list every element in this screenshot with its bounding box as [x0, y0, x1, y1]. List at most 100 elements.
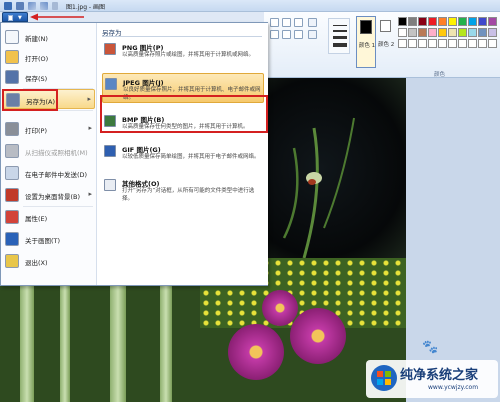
- chevron-down-icon: ▼: [18, 15, 22, 21]
- palette-swatch[interactable]: [418, 28, 427, 37]
- file-menu-item[interactable]: 新建(N): [3, 27, 95, 47]
- palette-swatch[interactable]: [468, 39, 477, 48]
- jpeg-image-icon: [105, 78, 117, 90]
- size-button[interactable]: [328, 18, 350, 54]
- chevron-right-icon: ▸: [88, 190, 92, 198]
- file-menu-item[interactable]: 在电子邮件中发送(D): [3, 163, 95, 183]
- file-menu-item-label: 退出(X): [25, 259, 48, 267]
- color2-label: 颜色 2: [378, 42, 395, 48]
- ribbon: 颜色 1 颜色 2 颜色: [264, 12, 500, 78]
- palette-swatch[interactable]: [458, 39, 467, 48]
- palette-swatch[interactable]: [488, 39, 497, 48]
- outline-icon[interactable]: [308, 18, 317, 27]
- save-as-option[interactable]: 其他格式(O) 打开“另存为”对话框，从所有可能的文件类型中进行选择。: [102, 175, 264, 205]
- open-folder-icon: [5, 50, 19, 64]
- quick-save-icon[interactable]: [16, 2, 24, 10]
- palette-swatch[interactable]: [448, 28, 457, 37]
- palette-swatch[interactable]: [408, 28, 417, 37]
- annotation-box-save-as: [2, 89, 58, 111]
- shape-rect-icon[interactable]: [270, 30, 279, 39]
- palette-swatch[interactable]: [448, 17, 457, 26]
- shape-line-icon[interactable]: [270, 18, 279, 27]
- palette-swatch[interactable]: [438, 39, 447, 48]
- palette-swatch[interactable]: [468, 28, 477, 37]
- palette-swatch[interactable]: [458, 17, 467, 26]
- save-icon: [5, 70, 19, 84]
- palette-swatch[interactable]: [408, 17, 417, 26]
- palette-swatch[interactable]: [468, 17, 477, 26]
- palette-swatch[interactable]: [478, 39, 487, 48]
- save-as-option[interactable]: GIF 图片(G) 以较低质量保存简单绘图，并将其用于电子邮件或网络。: [102, 141, 264, 171]
- site-watermark: 纯净系统之家 www.ycwjzy.com: [366, 360, 498, 398]
- color2-swatch: [380, 20, 391, 32]
- file-menu-item[interactable]: 关于画图(T): [3, 229, 95, 249]
- chevron-right-icon: ▸: [88, 124, 92, 132]
- save-as-option-description: 以较低质量保存简单绘图，并将其用于电子邮件或网络。: [122, 154, 260, 160]
- file-menu-item-label: 设置为桌面背景(B): [25, 193, 81, 201]
- exit-icon: [5, 254, 19, 268]
- palette-swatch[interactable]: [398, 28, 407, 37]
- palette-swatch[interactable]: [398, 39, 407, 48]
- file-menu-item[interactable]: 打开(O): [3, 47, 95, 67]
- save-as-option-description: 以高质量保存照片或绘图，并将其用于计算机或网络。: [122, 52, 255, 58]
- file-menu-item[interactable]: 退出(X): [3, 251, 95, 271]
- palette-swatch[interactable]: [428, 39, 437, 48]
- file-menu-item[interactable]: 从扫描仪或照相机(M): [3, 141, 95, 161]
- redo-icon[interactable]: [40, 2, 48, 10]
- file-menu-item[interactable]: 设置为桌面背景(B) ▸: [3, 185, 95, 205]
- title-bar: 图1.jpg - 画图: [0, 0, 500, 12]
- scanner-icon: [5, 144, 19, 158]
- color1-selector[interactable]: 颜色 1: [356, 16, 376, 68]
- undo-icon[interactable]: [28, 2, 36, 10]
- file-menu-item-label: 保存(S): [25, 75, 48, 83]
- palette-swatch[interactable]: [408, 39, 417, 48]
- window-title: 图1.jpg - 画图: [66, 4, 105, 11]
- save-as-submenu: 另存为 PNG 图片(P) 以高质量保存照片或绘图，并将其用于计算机或网络。 JPE…: [98, 23, 268, 285]
- file-menu-item[interactable]: 保存(S): [3, 67, 95, 87]
- file-menu-button[interactable]: ▼: [2, 12, 28, 22]
- color2-selector[interactable]: 颜色 2: [378, 18, 394, 64]
- purple-flower: [228, 324, 284, 380]
- purple-flower: [262, 290, 298, 326]
- file-menu-item-label: 关于画图(T): [25, 237, 61, 245]
- color1-label: 颜色 1: [358, 43, 376, 49]
- shape-triangle-icon[interactable]: [294, 30, 303, 39]
- palette-swatch[interactable]: [488, 28, 497, 37]
- file-menu-item-label: 新建(N): [25, 35, 48, 43]
- file-menu-item-label: 属性(E): [25, 215, 48, 223]
- palette-swatch[interactable]: [488, 17, 497, 26]
- fill-icon[interactable]: [308, 30, 317, 39]
- file-menu-item-label: 打开(O): [25, 55, 49, 63]
- palette-swatch[interactable]: [458, 28, 467, 37]
- file-menu-item-label: 在电子邮件中发送(D): [25, 171, 88, 179]
- shape-oval-icon[interactable]: [294, 18, 303, 27]
- palette-swatch[interactable]: [478, 17, 487, 26]
- palette-swatch[interactable]: [398, 17, 407, 26]
- save-as-option[interactable]: PNG 图片(P) 以高质量保存照片或绘图，并将其用于计算机或网络。: [102, 39, 264, 69]
- palette-swatch[interactable]: [438, 28, 447, 37]
- file-menu-panel: 新建(N) 打开(O) 保存(S) 另存为(A) ▸ 打印(P) ▸ 从扫描仪或照相机(M) 在…: [0, 22, 268, 286]
- file-menu-item-label: 打印(P): [25, 127, 47, 135]
- email-icon: [5, 166, 19, 180]
- chevron-right-icon: ▸: [87, 95, 91, 103]
- palette-swatch[interactable]: [448, 39, 457, 48]
- gif-image-icon: [104, 145, 116, 157]
- desktop-background-icon: [5, 188, 19, 202]
- palette-swatch[interactable]: [418, 17, 427, 26]
- shape-curve-icon[interactable]: [282, 18, 291, 27]
- other-formats-icon: [104, 179, 116, 191]
- palette-swatch[interactable]: [418, 39, 427, 48]
- customize-toolbar-icon[interactable]: [52, 2, 58, 10]
- file-menu-item[interactable]: 属性(E): [3, 207, 95, 227]
- watermark-title: 纯净系统之家: [400, 368, 479, 383]
- file-doc-icon: [8, 15, 13, 21]
- palette-swatch[interactable]: [438, 17, 447, 26]
- paint-window: 图1.jpg - 画图 ▼ 颜色 1 颜色 2 颜色 新建(N) 打开(O) 保…: [0, 0, 500, 402]
- palette-swatch[interactable]: [428, 17, 437, 26]
- file-menu-item[interactable]: 打印(P) ▸: [3, 119, 95, 139]
- png-image-icon: [104, 43, 116, 55]
- palette-swatch[interactable]: [428, 28, 437, 37]
- shape-polygon-icon[interactable]: [282, 30, 291, 39]
- purple-flower: [290, 308, 346, 364]
- palette-swatch[interactable]: [478, 28, 487, 37]
